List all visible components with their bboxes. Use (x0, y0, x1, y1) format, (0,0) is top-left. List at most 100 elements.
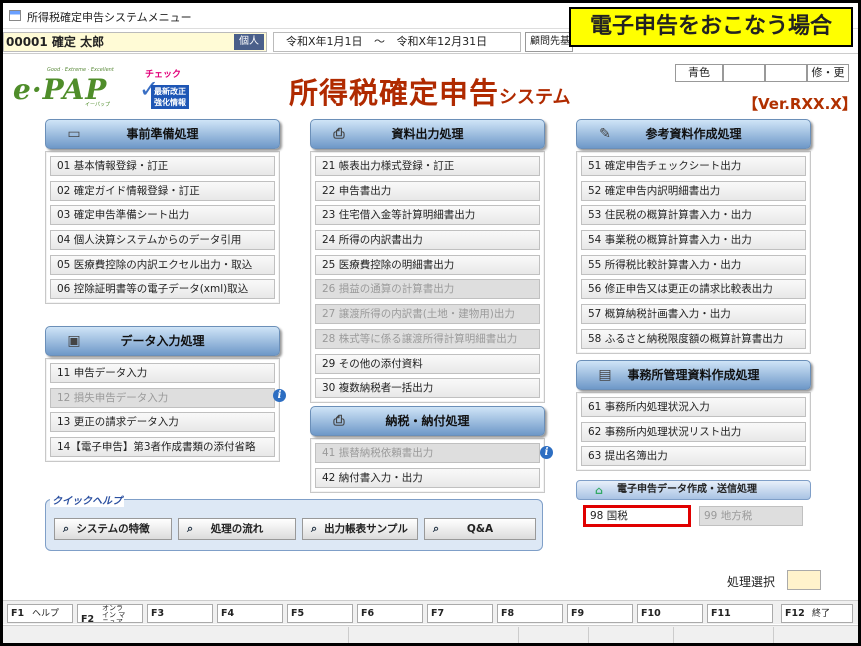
f4-button[interactable]: F4 (217, 604, 283, 623)
menu-item-54[interactable]: 54 事業税の概算計算書入力・出力 (581, 230, 806, 251)
f2-button[interactable]: F2 オンライン マニュアル (77, 604, 143, 623)
f11-button[interactable]: F11 (707, 604, 773, 623)
menu-item-22[interactable]: 22 申告書出力 (315, 180, 540, 201)
menu-item-61[interactable]: 61 事務所内処理状況入力 (581, 397, 806, 417)
menu-item-13[interactable]: 13 更正の請求データ入力 (50, 412, 275, 433)
process-select-input[interactable] (787, 570, 821, 590)
status-divider (673, 627, 674, 643)
status-slot-2[interactable] (723, 64, 765, 82)
f9-button[interactable]: F9 (567, 604, 633, 623)
menu-item-52[interactable]: 52 確定申告内訳明細書出力 (581, 180, 806, 201)
fkey-label: F3 (151, 608, 165, 619)
panel-header-data-input: ▣ データ入力処理 (45, 326, 280, 356)
menu-item-98[interactable]: 98 国税 (583, 505, 691, 527)
menu-item-56[interactable]: 56 修正申告又は更正の請求比較表出力 (581, 279, 806, 300)
panel-title-shiryo: 資料出力処理 (391, 127, 464, 141)
f6-button[interactable]: F6 (357, 604, 423, 623)
amend-button[interactable]: 修・更 (807, 64, 849, 82)
panel-header-nozei: ⎙ 納税・納付処理 (310, 406, 545, 436)
menu-item-53[interactable]: 53 住民税の概算計算書入力・出力 (581, 205, 806, 226)
panel-title-nozei: 納税・納付処理 (385, 414, 470, 428)
menu-item-24[interactable]: 24 所得の内訳書出力 (315, 230, 540, 251)
quick-help-group: クイックヘルプ ⌕ システムの特徴 ⌕ 処理の流れ ⌕ 出力帳表サンプル ⌕ Q… (45, 492, 543, 551)
printer-icon: ⎙ (333, 413, 345, 429)
menu-item-63[interactable]: 63 提出名簿出力 (581, 446, 806, 467)
f3-button[interactable]: F3 (147, 604, 213, 623)
f1-button[interactable]: F1 ヘルプ (7, 604, 73, 623)
documents-icon: ✎ (599, 126, 611, 142)
menu-item-25[interactable]: 25 医療費控除の明細書出力 (315, 254, 540, 275)
menu-item-42[interactable]: 42 納付書入力・出力 (315, 467, 540, 488)
fkey-name: ヘルプ (32, 609, 60, 619)
latest-revision-check[interactable]: チェック ✓ 最新改正 強化情報 (139, 67, 193, 111)
check-box-label: 最新改正 強化情報 (151, 85, 189, 109)
output-sample-label: 出力帳表サンプル (324, 523, 408, 535)
f5-button[interactable]: F5 (287, 604, 353, 623)
client-name: 00001 確定 太郎 個人 (3, 32, 267, 52)
menu-item-57[interactable]: 57 概算納税計画書入力・出力 (581, 304, 806, 325)
menu-item-30[interactable]: 30 複数納税者一括出力 (315, 378, 540, 399)
menu-item-62[interactable]: 62 事務所内処理状況リスト出力 (581, 421, 806, 442)
process-flow-button[interactable]: ⌕ 処理の流れ (178, 518, 296, 540)
panel-header-jizen: ▭ 事前準備処理 (45, 119, 280, 149)
panel-denshi: ⌂ 電子申告データ作成・送信処理 (576, 480, 811, 500)
fkey-label: F7 (431, 608, 445, 619)
panel-title-jimusho: 事務所管理資料作成処理 (627, 368, 760, 382)
status-slot-3[interactable] (765, 64, 807, 82)
menu-item-03[interactable]: 03 確定申告準備シート出力 (50, 205, 275, 226)
menu-item-99: 99 地方税 (699, 506, 803, 526)
app-icon (9, 10, 21, 21)
system-features-button[interactable]: ⌕ システムの特徴 (54, 518, 172, 540)
system-features-label: システムの特徴 (76, 523, 150, 535)
f10-button[interactable]: F10 (637, 604, 703, 623)
process-flow-label: 処理の流れ (210, 523, 264, 535)
menu-item-21[interactable]: 21 帳表出力様式登録・訂正 (315, 156, 540, 176)
printer-icon: ⎙ (333, 126, 345, 142)
output-sample-button[interactable]: ⌕ 出力帳表サンプル (302, 518, 418, 540)
fkey-label: F12 (785, 608, 805, 619)
komon-button[interactable]: 顧問先基本 (525, 32, 573, 52)
menu-item-04[interactable]: 04 個人決算システムからのデータ引用 (50, 230, 275, 251)
panel-body-shiryo: 21 帳表出力様式登録・訂正 22 申告書出力 23 住宅借入金等計算明細書出力… (310, 151, 545, 404)
panel-shiryo: ⎙ 資料出力処理 21 帳表出力様式登録・訂正 22 申告書出力 23 住宅借入… (310, 119, 545, 404)
menu-item-58[interactable]: 58 ふるさと納税限度額の概算計算書出力 (581, 328, 806, 349)
menu-item-14[interactable]: 14【電子申告】第3者作成書類の添付省略 (50, 437, 275, 458)
menu-item-01[interactable]: 01 基本情報登録・訂正 (50, 156, 275, 176)
fkey-name: 終了 (812, 609, 831, 619)
period-separator: ～ (374, 35, 386, 48)
info-icon[interactable]: i (540, 446, 553, 459)
f7-button[interactable]: F7 (427, 604, 493, 623)
info-icon[interactable]: i (273, 389, 286, 402)
system-title-main: 所得税確定申告 (289, 76, 500, 110)
fkey-label: F9 (571, 608, 585, 619)
f8-button[interactable]: F8 (497, 604, 563, 623)
menu-item-26: 26 損益の通算の計算書出力 (315, 279, 540, 300)
magnifier-icon: ⌕ (311, 522, 318, 535)
menu-item-29[interactable]: 29 その他の添付資料 (315, 353, 540, 374)
menu-item-55[interactable]: 55 所得税比較計算書入力・出力 (581, 254, 806, 275)
fkey-label: F6 (361, 608, 375, 619)
menu-item-05[interactable]: 05 医療費控除の内訳エクセル出力・取込 (50, 254, 275, 275)
menu-item-02[interactable]: 02 確定ガイド情報登録・訂正 (50, 180, 275, 201)
computer-icon: ▣ (67, 333, 81, 349)
menu-item-51[interactable]: 51 確定申告チェックシート出力 (581, 156, 806, 176)
f12-button[interactable]: F12 終了 (781, 604, 853, 623)
panel-body-jizen: 01 基本情報登録・訂正 02 確定ガイド情報登録・訂正 03 確定申告準備シー… (45, 151, 280, 305)
logo-sub: イーパップ (85, 102, 110, 108)
panel-body-jimusho: 61 事務所内処理状況入力 62 事務所内処理状況リスト出力 63 提出名簿出力 (576, 392, 811, 472)
magnifier-icon: ⌕ (433, 522, 440, 535)
status-bar (3, 625, 858, 643)
status-button-bar: 青色 修・更 (675, 64, 849, 82)
fkey-label: F10 (641, 608, 661, 619)
menu-item-23[interactable]: 23 住宅借入金等計算明細書出力 (315, 205, 540, 226)
function-key-bar: F1 ヘルプ F2 オンライン マニュアル F3 F4 F5 F6 F7 F8 … (3, 600, 858, 624)
menu-item-06[interactable]: 06 控除証明書等の電子データ(xml)取込 (50, 279, 275, 300)
check-box-line-1: 最新改正 (154, 87, 186, 96)
blue-return-button[interactable]: 青色 (675, 64, 723, 82)
menu-item-11[interactable]: 11 申告データ入力 (50, 363, 275, 383)
fkey-name: オンライン マニュアル (102, 604, 126, 623)
qa-button[interactable]: ⌕ Q&A (424, 518, 536, 540)
menu-item-12: 12 損失申告データ入力 (50, 387, 275, 408)
status-divider (588, 627, 589, 643)
process-select-label: 処理選択 (727, 575, 776, 589)
